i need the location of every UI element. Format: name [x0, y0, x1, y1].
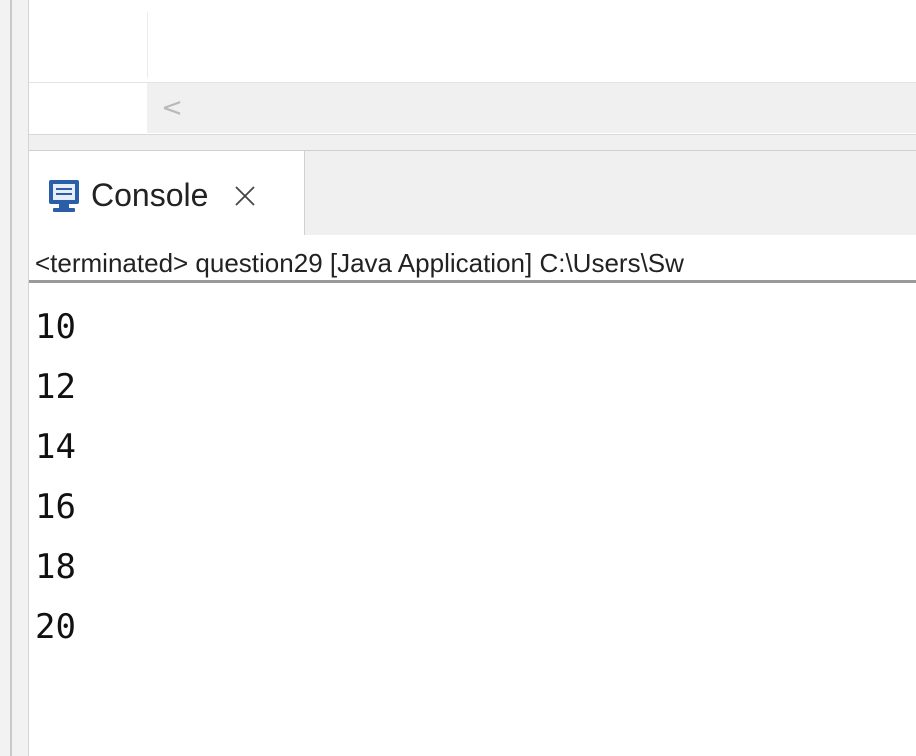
scrollbar-corner [29, 83, 147, 133]
editor-horizontal-scrollbar[interactable]: < [29, 82, 916, 133]
console-monitor-icon [49, 180, 79, 212]
eclipse-window: < Console <terminated> question29 [Java … [0, 0, 916, 756]
left-window-frame [0, 0, 29, 756]
console-status-line: <terminated> question29 [Java Applicatio… [29, 245, 916, 283]
close-icon[interactable] [230, 181, 260, 211]
frame-border [10, 0, 12, 756]
editor-area[interactable]: < [29, 0, 916, 134]
tab-console[interactable]: Console [29, 151, 305, 235]
console-view: Console <terminated> question29 [Java Ap… [29, 150, 916, 756]
output-line: 16 [35, 487, 76, 527]
output-line: 14 [35, 427, 76, 467]
editor-gutter [29, 0, 65, 78]
editor-line-ruler [65, 12, 148, 78]
scroll-left-arrow-icon[interactable]: < [157, 91, 187, 125]
console-tab-bar: Console [29, 151, 916, 235]
output-line: 10 [35, 307, 76, 347]
tab-console-label: Console [91, 176, 209, 213]
view-divider[interactable] [29, 134, 916, 151]
output-line: 20 [35, 607, 76, 647]
console-output[interactable]: 10 12 14 16 18 20 [35, 297, 905, 657]
output-line: 18 [35, 547, 76, 587]
output-line: 12 [35, 367, 76, 407]
